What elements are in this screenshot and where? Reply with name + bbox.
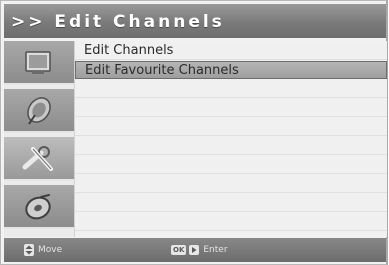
up-down-arrows-icon — [24, 243, 34, 256]
footer-hints: Move OK Enter — [4, 238, 386, 262]
disc-icon — [25, 194, 51, 220]
empty-row — [75, 118, 387, 136]
tv-icon — [25, 51, 51, 74]
empty-row — [75, 156, 387, 174]
ok-key-icon: OK — [171, 244, 187, 255]
empty-row — [75, 80, 387, 98]
sidebar-tab-satellite[interactable] — [4, 89, 74, 133]
satellite-dish-icon — [27, 97, 51, 125]
sidebar-tab-tv[interactable] — [4, 41, 74, 85]
move-label: Move — [38, 245, 63, 255]
menu-item-edit-favourite-channels[interactable]: Edit Favourite Channels — [75, 61, 387, 79]
sidebar — [4, 41, 74, 237]
sidebar-tab-tools[interactable] — [4, 137, 74, 181]
enter-label: Enter — [203, 245, 228, 255]
menu-window: >> Edit Channels Edit Channels Edit Favo… — [0, 0, 388, 265]
empty-row — [75, 175, 387, 193]
empty-row — [75, 137, 387, 155]
menu-list: Edit Channels Edit Favourite Channels — [74, 41, 387, 237]
empty-row — [75, 194, 387, 212]
empty-row — [75, 99, 387, 117]
right-arrow-icon — [189, 244, 200, 255]
page-title: >> Edit Channels — [4, 4, 386, 38]
enter-hint: OK Enter — [171, 238, 228, 262]
move-hint: Move — [24, 238, 62, 262]
menu-item-edit-channels[interactable]: Edit Channels — [75, 42, 387, 60]
sidebar-tab-disc[interactable] — [4, 185, 74, 229]
empty-row — [75, 213, 387, 231]
tools-icon — [22, 146, 53, 171]
